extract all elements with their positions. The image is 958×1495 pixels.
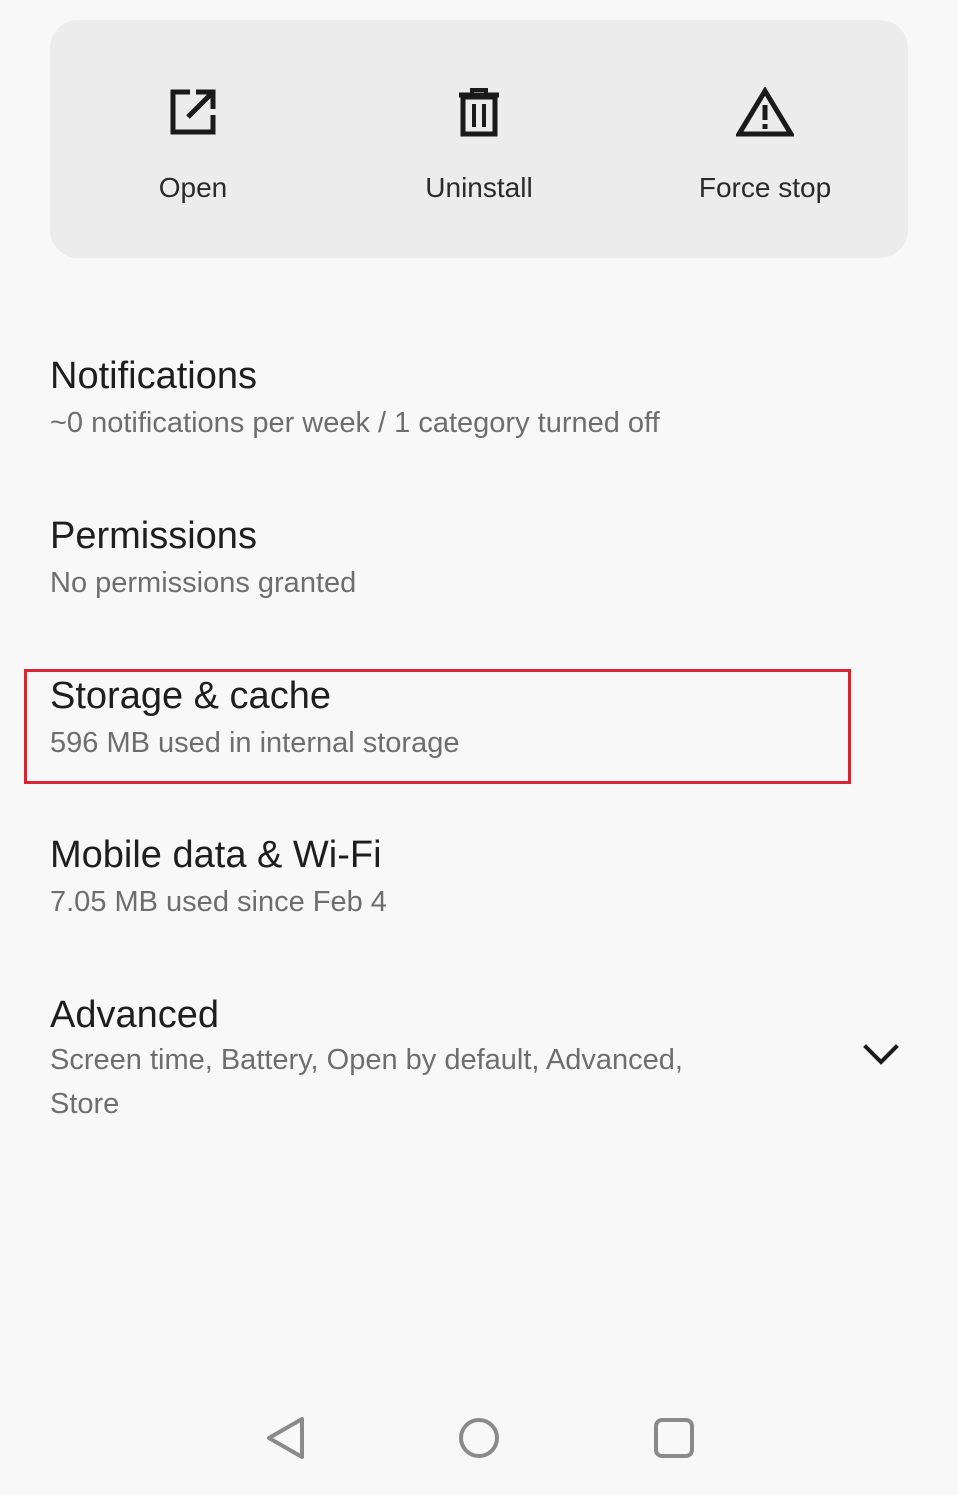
uninstall-button[interactable]: Uninstall [336,20,622,258]
force-stop-button[interactable]: Force stop [622,20,908,258]
item-subtitle: Screen time, Battery, Open by default, A… [50,1044,683,1076]
item-subtitle: No permissions granted [50,567,357,599]
app-actions-card: Open Uninstall Force stop [50,20,908,258]
navigation-bar [0,1395,958,1479]
item-subtitle: ~0 notifications per week / 1 category t… [50,407,660,439]
permissions-item[interactable]: Permissions No permissions granted [50,513,850,605]
item-title: Storage & cache [50,675,331,717]
item-subtitle: 596 MB used in internal storage [50,727,460,759]
back-icon[interactable] [260,1413,310,1463]
item-title: Mobile data & Wi-Fi [50,834,382,876]
item-title: Advanced [50,994,220,1036]
mobile-data-wifi-item[interactable]: Mobile data & Wi-Fi 7.05 MB used since F… [50,832,850,924]
recents-icon[interactable] [649,1413,699,1463]
chevron-down-icon[interactable] [860,1036,902,1074]
item-subtitle: 7.05 MB used since Feb 4 [50,886,387,918]
item-title: Notifications [50,355,257,397]
storage-cache-item[interactable]: Storage & cache 596 MB used in internal … [50,673,850,765]
warning-icon [735,82,795,142]
trash-icon [449,82,509,142]
item-subtitle-continued: Store [50,1088,120,1120]
uninstall-label: Uninstall [425,172,533,203]
notifications-item[interactable]: Notifications ~0 notifications per week … [50,353,850,445]
home-icon[interactable] [454,1413,504,1463]
item-title: Permissions [50,515,257,557]
open-external-icon [163,82,223,142]
open-button[interactable]: Open [50,20,336,258]
force-stop-label: Force stop [698,172,832,203]
open-label: Open [158,172,228,203]
advanced-item[interactable]: Advanced Screen time, Battery, Open by d… [50,992,850,1126]
